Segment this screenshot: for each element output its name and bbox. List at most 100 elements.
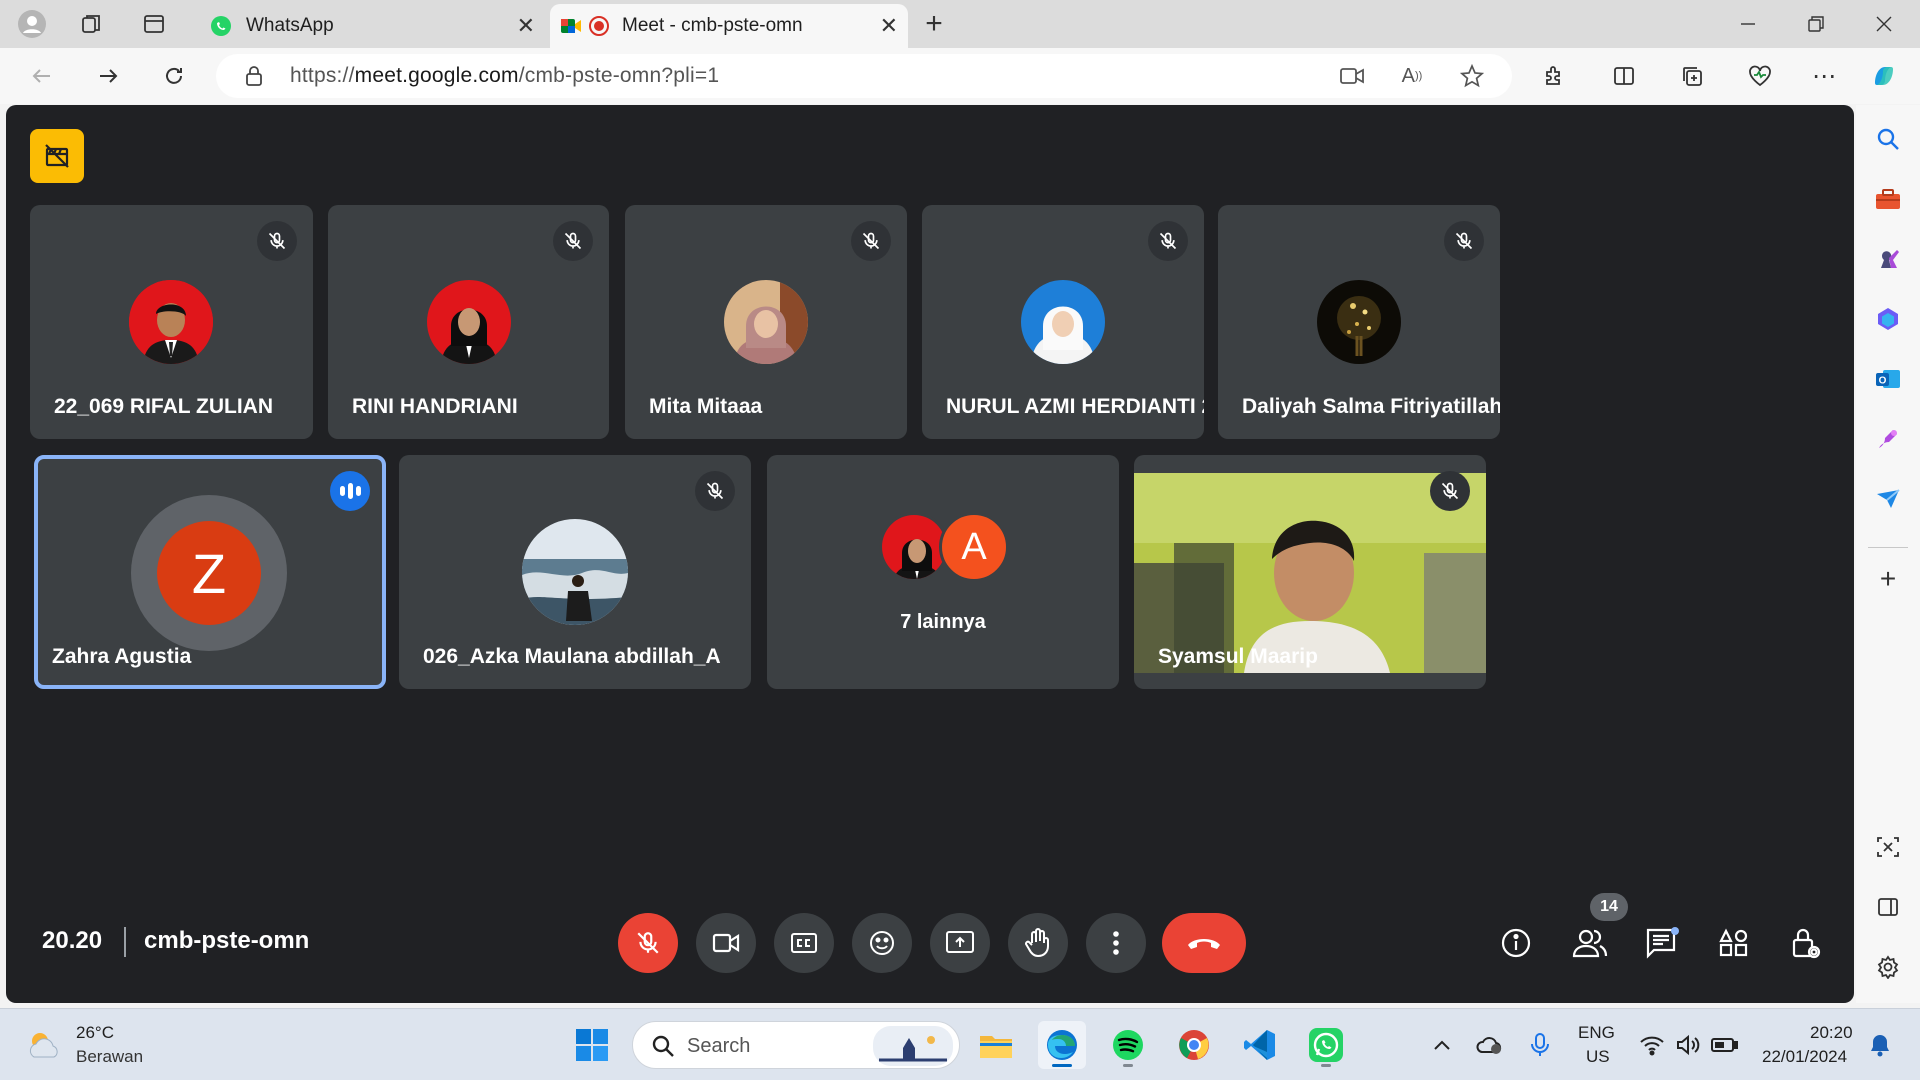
wifi-icon[interactable] — [1636, 1029, 1668, 1061]
url-text[interactable]: https://meet.google.com/cmb-pste-omn?pli… — [290, 64, 719, 88]
meeting-code: cmb-pste-omn — [144, 927, 310, 954]
participant-tile[interactable]: Mita Mitaaa — [625, 205, 907, 439]
mic-off-icon — [695, 471, 735, 511]
send-icon[interactable] — [1872, 483, 1904, 515]
designer-icon[interactable] — [1872, 423, 1904, 455]
weather-cloudy-icon[interactable] — [24, 1025, 64, 1065]
captions-button[interactable] — [774, 913, 834, 973]
participant-avatar — [522, 519, 628, 625]
google-meet-icon — [560, 15, 582, 37]
tab-actions-icon[interactable] — [138, 8, 170, 40]
chat-icon[interactable] — [1636, 917, 1688, 969]
forward-button[interactable] — [90, 58, 126, 94]
back-button[interactable] — [24, 58, 60, 94]
more-options-button[interactable] — [1086, 913, 1146, 973]
camera-toggle-button[interactable] — [696, 913, 756, 973]
restore-button[interactable] — [1796, 6, 1836, 42]
search-highlight-image — [873, 1026, 953, 1066]
participant-video-tile[interactable]: Syamsul Maarip — [1134, 455, 1486, 689]
host-controls-icon[interactable] — [1780, 917, 1832, 969]
edge-browser-icon[interactable] — [1038, 1021, 1086, 1069]
video-off-badge[interactable] — [30, 129, 84, 183]
participant-tile[interactable]: NURUL AZMI HERDIANTI 22... — [922, 205, 1204, 439]
start-button[interactable] — [568, 1021, 616, 1069]
leave-call-button[interactable] — [1162, 913, 1246, 973]
system-clock-date[interactable]: 22/01/2024 — [1762, 1047, 1847, 1067]
settings-gear-icon[interactable] — [1872, 951, 1904, 983]
participant-name: 026_Azka Maulana abdillah_A — [423, 645, 721, 668]
profile-icon[interactable] — [16, 8, 48, 40]
participant-tile[interactable]: Daliyah Salma Fitriyatillah — [1218, 205, 1500, 439]
collections-icon[interactable] — [1674, 58, 1710, 94]
participant-name: Daliyah Salma Fitriyatillah — [1242, 395, 1500, 418]
system-clock-time[interactable]: 20:20 — [1810, 1023, 1853, 1043]
hide-sidebar-icon[interactable] — [1872, 891, 1904, 923]
add-sidebar-app-icon[interactable]: + — [1872, 563, 1904, 595]
battery-icon[interactable] — [1708, 1029, 1740, 1061]
weather-description[interactable]: Berawan — [76, 1047, 143, 1067]
recording-icon — [588, 15, 610, 37]
address-bar[interactable]: https://meet.google.com/cmb-pste-omn?pli… — [216, 54, 1512, 98]
split-screen-icon[interactable] — [1606, 58, 1642, 94]
tab-label: WhatsApp — [246, 15, 334, 36]
browser-toolbar: https://meet.google.com/cmb-pste-omn?pli… — [0, 48, 1920, 104]
running-indicator — [1321, 1064, 1331, 1067]
copilot-icon[interactable] — [1866, 58, 1902, 94]
search-icon[interactable] — [1872, 123, 1904, 155]
weather-temperature[interactable]: 26°C — [76, 1023, 114, 1043]
url-host: meet.google.com — [354, 64, 519, 87]
activities-icon[interactable] — [1708, 917, 1760, 969]
reactions-button[interactable] — [852, 913, 912, 973]
onedrive-icon[interactable] — [1474, 1029, 1506, 1061]
windows-taskbar: 26°C Berawan Search ENG US 20:20 22/01/2… — [0, 1008, 1920, 1080]
favorite-star-icon[interactable] — [1456, 60, 1488, 92]
screenshot-icon[interactable] — [1872, 831, 1904, 863]
refresh-button[interactable] — [156, 58, 192, 94]
participant-avatar-initial: A — [939, 512, 1009, 582]
minimize-button[interactable] — [1728, 6, 1768, 42]
tools-icon[interactable] — [1872, 183, 1904, 215]
outlook-icon[interactable]: O — [1872, 363, 1904, 395]
read-aloud-icon[interactable]: A)) — [1396, 60, 1428, 92]
raise-hand-button[interactable] — [1008, 913, 1068, 973]
tab-meet[interactable]: Meet - cmb-pste-omn ✕ — [550, 4, 908, 48]
close-tab-icon[interactable]: ✕ — [880, 13, 898, 39]
tab-whatsapp[interactable]: WhatsApp ✕ — [200, 4, 545, 48]
running-indicator — [1052, 1064, 1072, 1067]
microphone-icon[interactable] — [1524, 1029, 1556, 1061]
lock-icon[interactable] — [238, 60, 270, 92]
participant-tile[interactable]: RINI HANDRIANI — [328, 205, 609, 439]
spotify-icon[interactable] — [1104, 1021, 1152, 1069]
more-options-icon[interactable]: ⋯ — [1806, 58, 1842, 94]
meeting-details-icon[interactable] — [1490, 917, 1542, 969]
taskbar-search[interactable]: Search — [632, 1021, 960, 1069]
whatsapp-app-icon[interactable] — [1302, 1021, 1350, 1069]
vscode-icon[interactable] — [1236, 1021, 1284, 1069]
participant-tile[interactable]: 22_069 RIFAL ZULIAN — [30, 205, 313, 439]
present-screen-button[interactable] — [930, 913, 990, 973]
others-tile[interactable]: A 7 lainnya — [767, 455, 1119, 689]
participant-tile-active-speaker[interactable]: Z Zahra Agustia — [34, 455, 386, 689]
notification-bell-icon[interactable] — [1864, 1029, 1896, 1061]
participant-name: NURUL AZMI HERDIANTI 22... — [946, 395, 1204, 418]
close-window-button[interactable] — [1864, 6, 1904, 42]
mic-toggle-button[interactable] — [618, 913, 678, 973]
show-hidden-icons-chevron[interactable] — [1426, 1029, 1458, 1061]
chrome-icon[interactable] — [1170, 1021, 1218, 1069]
input-language-line1[interactable]: ENG — [1578, 1023, 1615, 1043]
input-language-line2[interactable]: US — [1586, 1047, 1610, 1067]
people-icon[interactable] — [1564, 917, 1616, 969]
file-explorer-icon[interactable] — [972, 1021, 1020, 1069]
new-tab-button[interactable]: + — [918, 7, 950, 40]
workspaces-icon[interactable] — [76, 8, 108, 40]
games-icon[interactable] — [1872, 243, 1904, 275]
copilot-app-icon[interactable] — [1872, 303, 1904, 335]
extensions-icon[interactable] — [1536, 58, 1572, 94]
camera-in-use-icon[interactable] — [1336, 60, 1368, 92]
close-tab-icon[interactable]: ✕ — [517, 13, 535, 39]
participant-tile[interactable]: 026_Azka Maulana abdillah_A — [399, 455, 751, 689]
volume-icon[interactable] — [1672, 1029, 1704, 1061]
browser-essentials-icon[interactable] — [1742, 58, 1778, 94]
participant-name: Zahra Agustia — [52, 645, 192, 668]
meeting-clock: 20.20 — [42, 927, 103, 954]
